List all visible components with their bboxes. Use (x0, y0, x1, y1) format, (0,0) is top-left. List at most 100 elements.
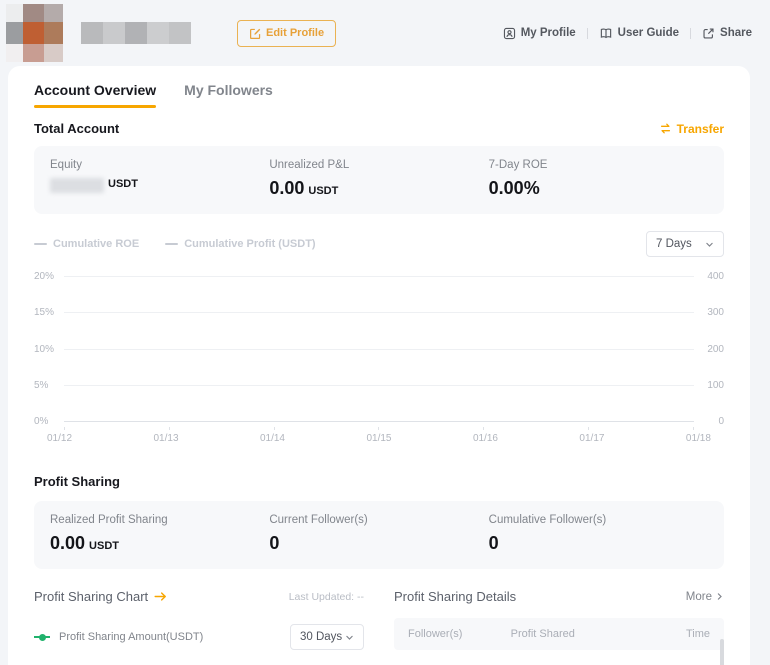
legend-cumulative-roe[interactable]: Cumulative ROE (34, 238, 139, 250)
header-links: My Profile User Guide Share (503, 27, 752, 40)
equity-label: Equity (50, 159, 269, 171)
profit-range-value: 30 Days (300, 631, 342, 643)
table-scrollbar[interactable] (720, 639, 724, 665)
legend-line-icon (34, 243, 47, 245)
share-label: Share (720, 27, 752, 39)
page-header: Edit Profile My Profile User Guide (0, 0, 770, 66)
y-axis-right-tick: 300 (694, 307, 724, 318)
column-profit-shared: Profit Shared (511, 628, 686, 640)
cumulative-followers-value: 0 (489, 533, 499, 554)
x-axis-ticks (64, 427, 694, 430)
gridline (64, 385, 694, 386)
realized-profit-stat: Realized Profit Sharing 0.00 USDT (50, 514, 269, 554)
profit-chart-legend-label: Profit Sharing Amount(USDT) (59, 631, 203, 643)
y-axis-right-tick: 400 (694, 271, 724, 282)
last-updated-text: Last Updated: -- (289, 591, 364, 603)
x-axis-tick: 01/15 (366, 433, 391, 444)
roe-chart: 20% 400 15% 300 10% 200 5% 100 0% (34, 271, 724, 444)
my-profile-link[interactable]: My Profile (503, 27, 576, 40)
x-axis-line (64, 421, 694, 422)
x-axis-tick: 01/13 (153, 433, 178, 444)
tab-account-overview[interactable]: Account Overview (34, 82, 156, 108)
column-followers: Follower(s) (408, 628, 511, 640)
y-axis-left-tick: 5% (34, 380, 64, 391)
current-followers-stat: Current Follower(s) 0 (269, 514, 488, 554)
share-icon (702, 27, 715, 40)
profit-sharing-title: Profit Sharing (34, 474, 724, 489)
unrealized-pnl-value: 0.00 (269, 178, 304, 199)
x-axis-tick: 01/12 (47, 433, 72, 444)
total-account-stats: Equity USDT Unrealized P&L 0.00 USDT 7-D… (34, 146, 724, 214)
username-redacted (81, 22, 191, 44)
edit-profile-label: Edit Profile (266, 27, 324, 39)
profit-sharing-details-section: Profit Sharing Details More Follower(s) … (394, 589, 724, 650)
edit-profile-button[interactable]: Edit Profile (237, 20, 336, 47)
main-panel: Account Overview My Followers Total Acco… (8, 66, 750, 665)
unrealized-pnl-suffix: USDT (308, 185, 338, 197)
y-axis-left-tick: 20% (34, 271, 64, 282)
equity-suffix: USDT (108, 178, 138, 190)
roe-range-value: 7 Days (656, 238, 692, 250)
seven-day-roe-value: 0.00% (489, 178, 540, 199)
y-axis-right-tick: 100 (694, 380, 724, 391)
transfer-label: Transfer (677, 122, 724, 136)
details-title: Profit Sharing Details (394, 589, 516, 604)
profit-range-dropdown[interactable]: 30 Days (290, 624, 364, 650)
user-guide-link[interactable]: User Guide (599, 27, 679, 40)
profit-chart-title: Profit Sharing Chart (34, 589, 148, 604)
avatar (6, 4, 63, 62)
legend-cumulative-profit[interactable]: Cumulative Profit (USDT) (165, 238, 315, 250)
gridline (64, 312, 694, 313)
x-axis-tick: 01/14 (260, 433, 285, 444)
equity-stat: Equity USDT (50, 159, 269, 199)
gridline (64, 276, 694, 277)
current-followers-value: 0 (269, 533, 279, 554)
edit-icon (249, 27, 262, 40)
roe-range-dropdown[interactable]: 7 Days (646, 231, 724, 257)
my-profile-label: My Profile (521, 27, 576, 39)
arrow-right-icon[interactable] (154, 591, 167, 602)
total-account-title: Total Account (34, 121, 119, 136)
y-axis-right-tick: 200 (694, 344, 724, 355)
chevron-down-icon (705, 240, 714, 249)
tab-bar: Account Overview My Followers (34, 82, 724, 108)
column-time: Time (686, 628, 710, 640)
equity-value-redacted (50, 178, 104, 193)
share-link[interactable]: Share (702, 27, 752, 40)
more-button[interactable]: More (686, 591, 724, 603)
gridline (64, 349, 694, 350)
current-followers-label: Current Follower(s) (269, 514, 488, 526)
x-axis-tick: 01/16 (473, 433, 498, 444)
transfer-button[interactable]: Transfer (659, 122, 724, 136)
user-guide-label: User Guide (618, 27, 679, 39)
y-axis-right-tick: 0 (694, 416, 724, 427)
tab-account-overview-label: Account Overview (34, 82, 156, 98)
legend-line-dot-icon (34, 636, 50, 638)
profit-sharing-chart-section: Profit Sharing Chart Last Updated: -- Pr… (34, 589, 364, 650)
legend-cumulative-roe-label: Cumulative ROE (53, 238, 139, 250)
realized-profit-suffix: USDT (89, 540, 119, 552)
unrealized-pnl-label: Unrealized P&L (269, 159, 488, 171)
chevron-right-icon (715, 592, 724, 601)
realized-profit-label: Realized Profit Sharing (50, 514, 269, 526)
details-table-header: Follower(s) Profit Shared Time (394, 618, 724, 650)
divider (587, 28, 588, 39)
tab-my-followers[interactable]: My Followers (184, 82, 273, 108)
more-label: More (686, 591, 712, 603)
seven-day-roe-stat: 7-Day ROE 0.00% (489, 159, 708, 199)
active-tab-underline (34, 105, 156, 108)
transfer-icon (659, 122, 672, 135)
divider (690, 28, 691, 39)
unrealized-pnl-stat: Unrealized P&L 0.00 USDT (269, 159, 488, 199)
profit-sharing-stats: Realized Profit Sharing 0.00 USDT Curren… (34, 501, 724, 569)
x-axis-labels: 01/12 01/13 01/14 01/15 01/16 01/17 01/1… (47, 433, 711, 444)
seven-day-roe-label: 7-Day ROE (489, 159, 708, 171)
legend-line-icon (165, 243, 178, 245)
y-axis-left-tick: 0% (34, 416, 64, 427)
y-axis-left-tick: 15% (34, 307, 64, 318)
chevron-down-icon (345, 633, 354, 642)
x-axis-tick: 01/18 (686, 433, 711, 444)
profile-card-icon (503, 27, 516, 40)
legend-profit-sharing-amount[interactable]: Profit Sharing Amount(USDT) (34, 631, 203, 643)
cumulative-followers-label: Cumulative Follower(s) (489, 514, 708, 526)
